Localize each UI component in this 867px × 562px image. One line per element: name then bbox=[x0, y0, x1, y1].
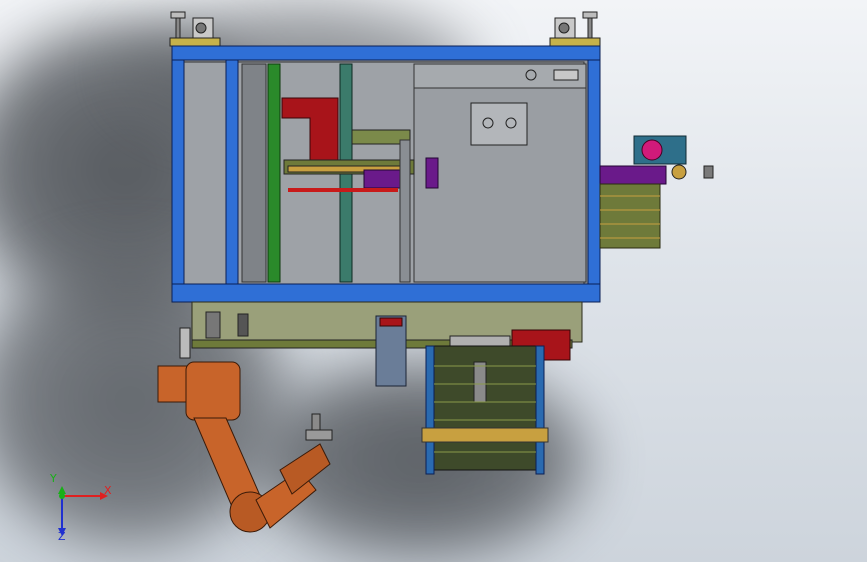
robot-arm[interactable] bbox=[157, 361, 333, 533]
machine-model[interactable] bbox=[0, 0, 867, 562]
right-conveyor[interactable] bbox=[599, 135, 714, 249]
cad-viewport[interactable]: X Y Z bbox=[0, 0, 867, 562]
x-axis-label: X bbox=[104, 484, 112, 497]
leveling-foot-left bbox=[169, 11, 221, 47]
cabinet-frame[interactable] bbox=[171, 45, 601, 303]
y-axis-label: Y bbox=[50, 472, 57, 485]
z-axis-label: Z bbox=[58, 530, 66, 543]
axis-triad: X Y Z bbox=[48, 472, 118, 543]
leveling-foot-right bbox=[549, 11, 601, 47]
